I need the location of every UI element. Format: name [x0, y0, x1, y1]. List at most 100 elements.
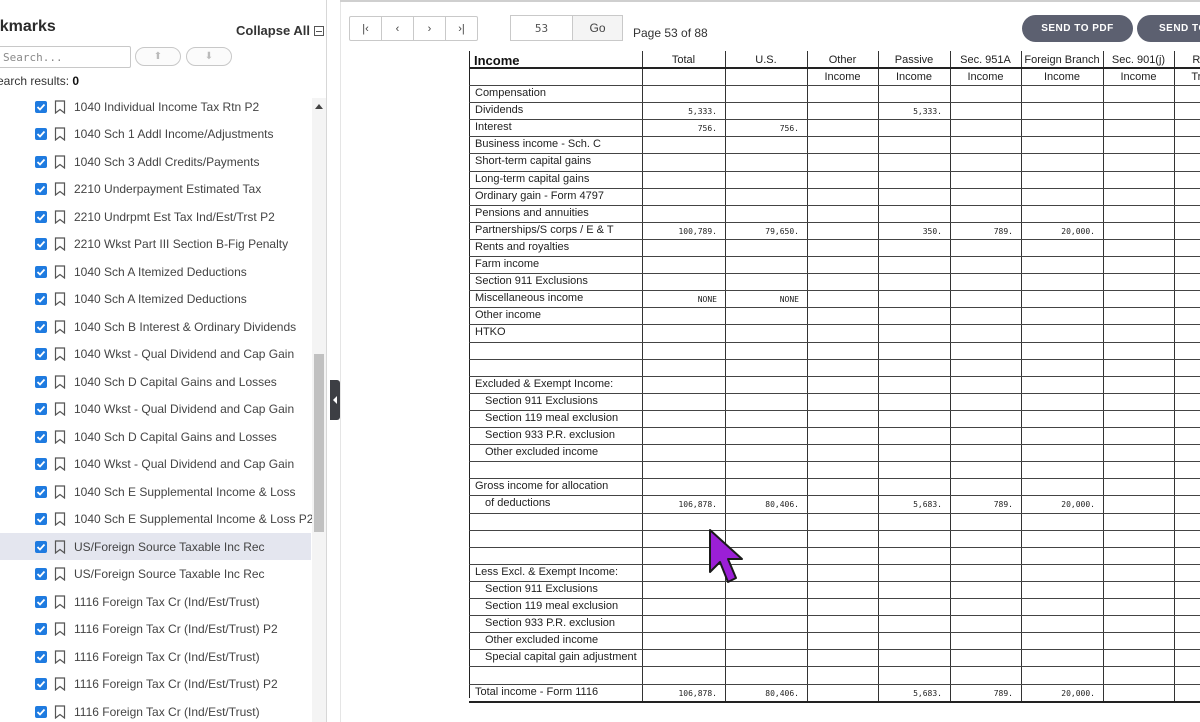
bookmark-checkbox[interactable]: [35, 265, 47, 278]
bookmark-checkbox[interactable]: [35, 485, 47, 498]
send-to-pdf-button[interactable]: SEND TO PDF: [1022, 15, 1133, 42]
toolbar-top-border: [340, 0, 1200, 2]
bookmark-item[interactable]: 1040 Sch 3 Addl Credits/Payments: [0, 148, 311, 175]
bookmark-item[interactable]: 1116 Foreign Tax Cr (Ind/Est/Trust): [0, 588, 311, 615]
bookmark-item[interactable]: 1040 Sch 1 Addl Income/Adjustments: [0, 121, 311, 148]
bookmark-item[interactable]: 1116 Foreign Tax Cr (Ind/Est/Trust) P2: [0, 616, 311, 643]
column-header: U.S.: [755, 54, 777, 66]
panel-divider: [326, 0, 327, 722]
scrollbar-thumb[interactable]: [314, 354, 324, 532]
bookmark-label: 1116 Foreign Tax Cr (Ind/Est/Trust) P2: [74, 622, 278, 636]
bookmark-checkbox[interactable]: [35, 568, 47, 580]
table-bottom-border: [469, 700, 1200, 703]
bookmark-item[interactable]: 1040 Sch E Supplemental Income & Loss P2: [0, 506, 312, 533]
bookmark-item[interactable]: 1040 Sch D Capital Gains and Losses: [0, 423, 311, 450]
bookmark-checkbox[interactable]: [35, 595, 47, 608]
page-indicator: Page 53 of 88: [633, 26, 708, 40]
bookmark-item[interactable]: 2210 Undrpmt Est Tax Ind/Est/Trst P2: [0, 203, 311, 230]
last-page-button[interactable]: ›|: [446, 17, 477, 40]
bookmark-checkbox[interactable]: [35, 210, 47, 223]
go-button[interactable]: Go: [572, 15, 623, 41]
bookmark-item[interactable]: 1040 Sch D Capital Gains and Losses: [0, 368, 311, 395]
bookmark-checkbox[interactable]: [35, 128, 47, 140]
table-cell-value: 756.: [697, 124, 717, 134]
bookmark-item[interactable]: 1040 Sch B Interest & Ordinary Dividends: [0, 313, 311, 340]
checkmark-icon: [36, 598, 46, 606]
income-title: Income: [474, 53, 520, 68]
table-row-label: Interest: [475, 121, 512, 134]
bookmark-item[interactable]: 2210 Underpayment Estimated Tax: [0, 176, 311, 203]
bookmark-item[interactable]: 1040 Sch E Supplemental Income & Loss: [0, 478, 311, 505]
bookmark-item[interactable]: 1116 Foreign Tax Cr (Ind/Est/Trust): [0, 643, 311, 670]
table-row-line: [469, 461, 1200, 463]
bookmark-label: 1040 Sch 3 Addl Credits/Payments: [74, 154, 260, 169]
bookmark-checkbox[interactable]: [35, 705, 47, 718]
bookmark-checkbox[interactable]: [35, 155, 47, 168]
bookmark-checkbox[interactable]: [35, 650, 47, 663]
bookmark-checkbox[interactable]: [35, 183, 47, 195]
column-header-subtitle: Income: [895, 71, 933, 83]
table-row-label: Farm income: [475, 258, 540, 270]
bookmark-item[interactable]: 1116 Foreign Tax Cr (Ind/Est/Trust) P2: [0, 671, 311, 698]
table-row-line: [469, 238, 1200, 240]
bookmark-checkbox[interactable]: [35, 293, 47, 305]
bookmark-label: 1040 Sch A Itemized Deductions: [74, 264, 247, 279]
bookmark-item[interactable]: 1040 Wkst - Qual Dividend and Cap Gain: [0, 396, 311, 423]
bookmark-checkbox[interactable]: [35, 623, 47, 635]
bookmark-checkbox[interactable]: [35, 403, 47, 415]
column-header-subtitle: Treat: [1191, 71, 1200, 83]
table-row-line: [469, 375, 1200, 377]
table-cell-value: 789.: [993, 688, 1013, 698]
column-header: Re-s: [1192, 54, 1200, 66]
table-row-line: [469, 512, 1200, 514]
bookmark-checkbox[interactable]: [35, 375, 47, 388]
bookmark-checkbox[interactable]: [35, 100, 47, 113]
bookmark-item[interactable]: 1116 Foreign Tax Cr (Ind/Est/Trust): [0, 698, 311, 722]
table-row-line: [469, 307, 1200, 309]
collapse-all-button[interactable]: Collapse All: [236, 23, 324, 38]
bookmark-label: 1040 Sch D Capital Gains and Losses: [74, 429, 277, 444]
table-cell-value: 5,683.: [913, 688, 942, 698]
scroll-up-icon[interactable]: [315, 104, 323, 109]
bookmark-item[interactable]: 2210 Wkst Part III Section B-Fig Penalty: [0, 231, 311, 258]
bookmark-checkbox[interactable]: [35, 540, 47, 553]
bookmark-checkbox[interactable]: [35, 320, 47, 333]
bookmark-checkbox[interactable]: [35, 348, 47, 360]
checkmark-icon: [36, 543, 46, 551]
first-page-button[interactable]: |‹: [350, 17, 382, 40]
sidebar-scrollbar[interactable]: [312, 98, 326, 722]
bookmark-checkbox[interactable]: [35, 238, 47, 250]
send-to-button[interactable]: SEND TO: [1137, 15, 1200, 42]
collapse-sidebar-toggle[interactable]: [330, 380, 340, 420]
search-prev-button[interactable]: ⬆: [135, 47, 181, 66]
table-row-line: [469, 580, 1200, 582]
bookmark-icon: [54, 182, 66, 196]
bookmark-item[interactable]: 1040 Individual Income Tax Rtn P2: [0, 98, 311, 120]
next-page-button[interactable]: ›: [414, 17, 446, 40]
column-header-subtitle: Income: [967, 71, 1004, 83]
prev-page-button[interactable]: ‹: [382, 17, 414, 40]
bookmark-icon: [54, 512, 66, 526]
bookmark-search-input[interactable]: [0, 46, 131, 68]
bookmark-item[interactable]: 1040 Sch A Itemized Deductions: [0, 286, 311, 313]
bookmark-checkbox[interactable]: [35, 458, 47, 470]
bookmark-icon: [54, 319, 66, 334]
bookmark-item[interactable]: US/Foreign Source Taxable Inc Rec: [0, 561, 311, 588]
bookmark-label: 2210 Undrpmt Est Tax Ind/Est/Trst P2: [74, 209, 275, 224]
checkmark-icon: [36, 130, 46, 138]
bookmark-item[interactable]: 1040 Sch A Itemized Deductions: [0, 258, 311, 285]
bookmark-checkbox[interactable]: [35, 513, 47, 525]
page-number-input[interactable]: [510, 15, 572, 41]
column-header: Sec. 951A: [960, 54, 1011, 66]
bookmark-checkbox[interactable]: [35, 430, 47, 443]
bookmark-icon: [54, 264, 66, 279]
table-row-label: Compensation: [475, 87, 546, 99]
search-next-button[interactable]: ⬇: [186, 47, 232, 66]
bookmark-item[interactable]: US/Foreign Source Taxable Inc Rec: [0, 533, 311, 560]
bookmarks-sidebar: okmarks Collapse All ⬆ ⬇ earch results: …: [0, 0, 326, 722]
bookmark-label: 1040 Sch 1 Addl Income/Adjustments: [74, 127, 274, 141]
bookmark-label: 1116 Foreign Tax Cr (Ind/Est/Trust) P2: [74, 677, 278, 691]
bookmark-item[interactable]: 1040 Wkst - Qual Dividend and Cap Gain: [0, 451, 311, 478]
bookmark-item[interactable]: 1040 Wkst - Qual Dividend and Cap Gain: [0, 341, 311, 368]
bookmark-checkbox[interactable]: [35, 678, 47, 690]
